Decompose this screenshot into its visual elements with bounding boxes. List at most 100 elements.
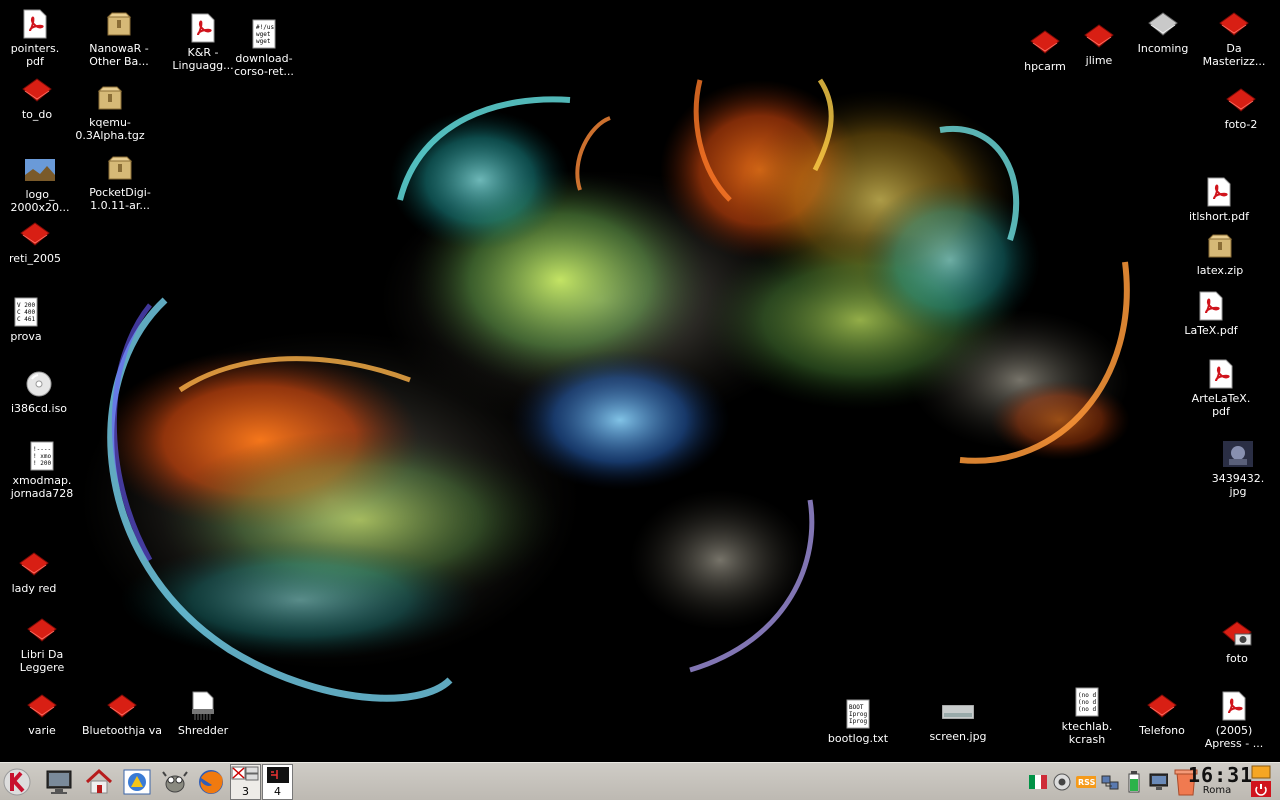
icon-label: jlime [1085,54,1113,67]
svg-text:! xmo: ! xmo [33,453,51,460]
red-folder-icon [106,690,138,722]
pager-thumbnail-icon [267,767,289,783]
icon-label: logo_ 2000x20... [10,188,70,214]
image-thumbnail-icon [24,154,56,186]
italian-flag-icon[interactable] [1028,772,1048,792]
pdf-icon [1205,358,1237,390]
battery-icon[interactable] [1124,771,1144,793]
firefox-button[interactable] [194,766,228,798]
icon-label: download-corso-ret... [234,52,294,78]
icon-label: pointers. pdf [10,42,60,68]
logout-button[interactable] [1246,765,1276,799]
desktop-icon-itlshort-pdf[interactable]: itlshort.pdf [1177,176,1261,223]
desktop-icon-da-masterizzare[interactable]: Da Masterizz... [1192,8,1276,68]
desktop-icon-bluetoothjava[interactable]: Bluetoothja va [80,690,164,737]
desktop-icon-latex-zip[interactable]: latex.zip [1178,230,1262,277]
icon-label: Shredder [177,724,229,737]
archive-icon [94,82,126,114]
taskbar: 3 4 RSS 16:31 Roma [0,762,1280,800]
desktop[interactable]: pointers. pdf NanowaR - Other Ba... K&R … [0,0,1280,762]
kmenu-button[interactable] [0,766,34,798]
monitor-icon [46,770,72,794]
red-folder-icon [18,548,50,580]
desktop-icon-prova[interactable]: V 200 C 400 C 461 prova [0,296,68,343]
icon-label: bootlog.txt [827,732,889,745]
clock-time: 16:31 [1188,763,1254,787]
svg-text:C 461: C 461 [17,316,35,323]
svg-text:wget: wget [256,38,271,45]
svg-text:C 400: C 400 [17,309,35,316]
gray-folder-icon [1147,8,1179,40]
red-folder-icon [26,690,58,722]
desktop-icon-pocketdigi[interactable]: PocketDigi-1.0.11-ar... [78,152,162,212]
system-tray: RSS [1028,767,1200,797]
icon-label: foto-2 [1224,118,1258,131]
pager-desktop-3[interactable]: 3 [230,764,261,800]
desktop-icon-varie[interactable]: varie [0,690,84,737]
desktop-icon-pointers-pdf[interactable]: pointers. pdf [0,8,77,68]
desktop-icon-ktechlab-kcrash[interactable]: (no d (no d (no d ktechlab. kcrash [1045,686,1129,746]
pager-thumbnail-icon [231,766,259,781]
desktop-icon-foto[interactable]: foto [1195,618,1279,665]
icon-label: Telefono [1139,724,1185,737]
icon-label: Da Masterizz... [1202,42,1266,68]
rss-icon[interactable]: RSS [1076,772,1096,792]
desktop-icon-bootlog-txt[interactable]: BOOT Iprog Iprog bootlog.txt [816,698,900,745]
archive-icon [104,152,136,184]
text-file-icon: (no d (no d (no d [1071,686,1103,718]
desktop-icon-nanowar[interactable]: NanowaR - Other Ba... [77,8,161,68]
icon-label: Libri Da Leggere [19,648,65,674]
speaker-icon[interactable] [1052,772,1072,792]
gimp-icon [162,771,188,793]
network-icon[interactable] [1100,772,1120,792]
red-folder-icon [1146,690,1178,722]
red-folder-icon [1083,20,1115,52]
icon-label: (2005) Apress - ... [1204,724,1264,750]
desktop-icon-artelatex-pdf[interactable]: ArteLaTeX. pdf [1179,358,1263,418]
desktop-icon-kqemu[interactable]: kqemu-0.3Alpha.tgz [68,82,152,142]
home-button[interactable] [82,766,116,798]
desktop-icon-logo-2000[interactable]: logo_ 2000x20... [0,154,82,214]
desktop-icon-latex-pdf[interactable]: LaTeX.pdf [1169,290,1253,337]
desktop-icon-foto-2[interactable]: foto-2 [1199,84,1280,131]
desktop-icon-shredder[interactable]: Shredder [161,690,245,737]
monitor-settings-icon[interactable] [1148,772,1168,792]
desktop-icon-screen-jpg[interactable]: screen.jpg [916,696,1000,743]
power-icon [1251,781,1271,797]
pager-desktop-4[interactable]: 4 [262,764,293,800]
desktop-icon-lady-red[interactable]: lady red [0,548,76,595]
archive-icon [103,8,135,40]
red-folder-icon [1218,8,1250,40]
red-folder-icon [26,614,58,646]
text-file-icon: V 200 C 400 C 461 [10,296,42,328]
desktop-icon-apress-2005[interactable]: (2005) Apress - ... [1192,690,1276,750]
show-desktop-button[interactable] [42,766,76,798]
clock[interactable]: 16:31 Roma [1188,763,1254,799]
desktop-icon-download-corso-reti[interactable]: #!/us wget wget download-corso-ret... [222,18,306,78]
icon-label: PocketDigi-1.0.11-ar... [89,186,151,212]
desktop-icon-i386cd-iso[interactable]: i386cd.iso [0,368,81,415]
k-logo-icon [3,768,31,796]
icon-label: foto [1226,652,1248,665]
shredder-icon [187,690,219,722]
desktop-icon-3439432-jpg[interactable]: 3439432. jpg [1196,438,1280,498]
desktop-icon-reti-2005[interactable]: reti_2005 [0,218,77,265]
svg-text:Iprog: Iprog [849,718,867,725]
pdf-icon [1203,176,1235,208]
pager-number: 3 [242,785,249,798]
desktop-icon-libri-da-leggere[interactable]: Libri Da Leggere [0,614,84,674]
desktop-icon-xmodmap[interactable]: !----! xmo! 200 xmodmap. jornada728 [0,440,84,500]
svg-text:!----: !---- [33,446,51,453]
konqueror-button[interactable] [120,766,154,798]
gimp-button[interactable] [158,766,192,798]
red-folder-icon [19,218,51,250]
pdf-icon [1195,290,1227,322]
disc-image-icon [23,368,55,400]
icon-label: i386cd.iso [10,402,68,415]
icon-label: kqemu-0.3Alpha.tgz [75,116,145,142]
icon-label: ktechlab. kcrash [1061,720,1113,746]
archive-icon [1204,230,1236,262]
icon-label: 3439432. jpg [1211,472,1265,498]
icon-label: LaTeX.pdf [1184,324,1238,337]
svg-text:#!/us: #!/us [256,24,274,31]
